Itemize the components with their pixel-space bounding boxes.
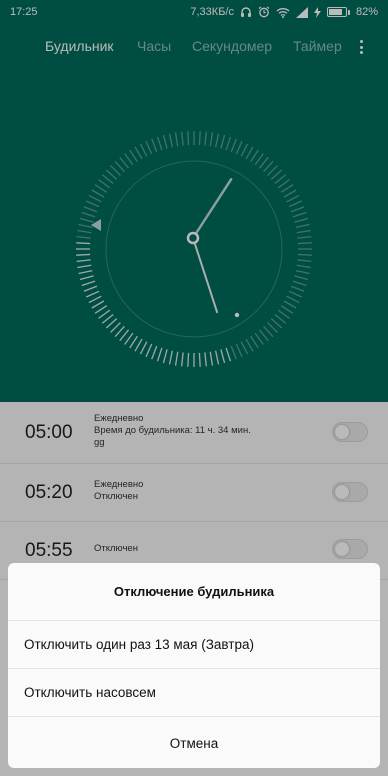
disable-forever-option[interactable]: Отключить насовсем (8, 669, 380, 717)
disable-alarm-dialog: Отключение будильника Отключить один раз… (8, 563, 380, 768)
dialog-title: Отключение будильника (8, 563, 380, 621)
cancel-button[interactable]: Отмена (8, 718, 380, 768)
disable-once-option[interactable]: Отключить один раз 13 мая (Завтра) (8, 621, 380, 669)
